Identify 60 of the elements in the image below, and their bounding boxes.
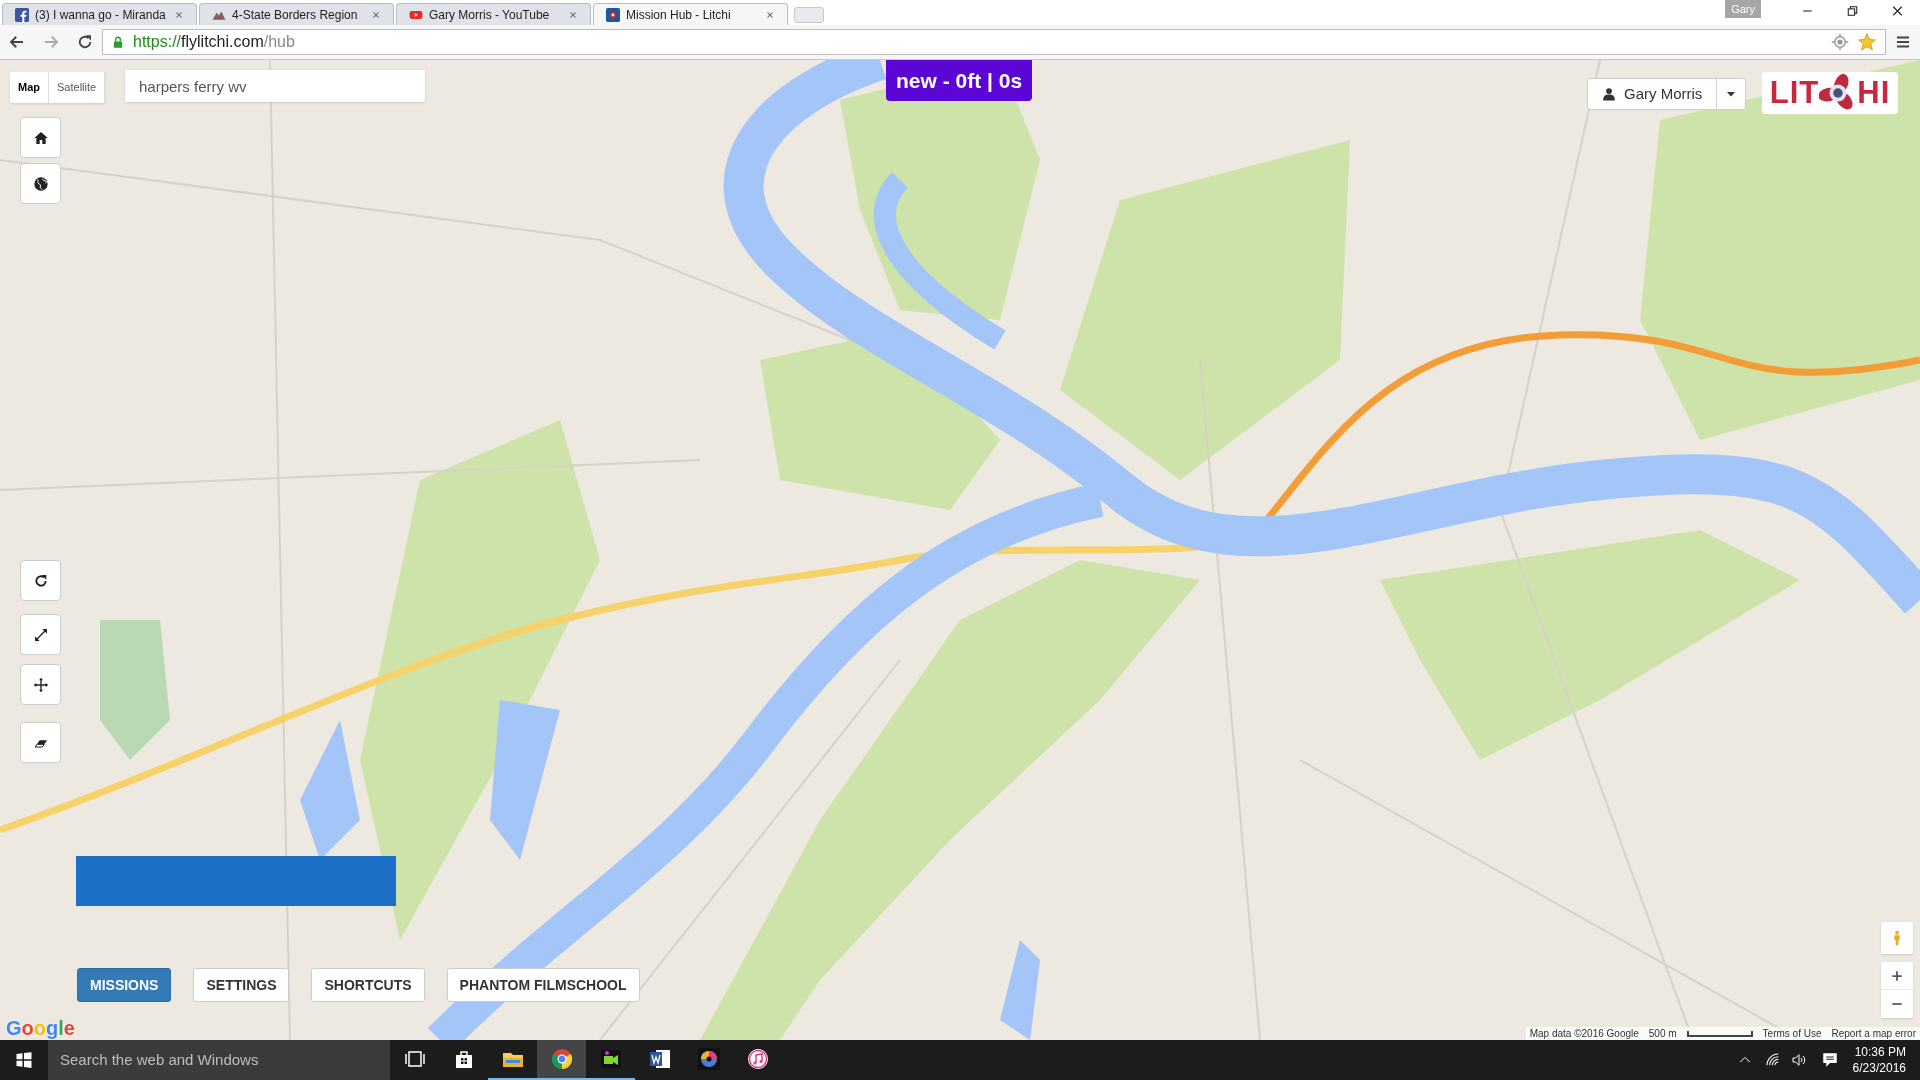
tab-title: Gary Morris - YouTube bbox=[429, 6, 551, 24]
browser-tab[interactable]: Mission Hub - Litchi bbox=[593, 3, 788, 25]
speaker-icon[interactable] bbox=[1790, 1052, 1807, 1068]
taskbar-app-button[interactable] bbox=[537, 1040, 586, 1080]
logo-text: LIT bbox=[1769, 73, 1820, 112]
terms-link[interactable]: Terms of Use bbox=[1762, 1026, 1822, 1040]
mission-tab[interactable]: SETTINGS bbox=[193, 968, 290, 1002]
music-note-icon bbox=[745, 1047, 770, 1071]
close-icon[interactable] bbox=[174, 9, 184, 20]
scale-label: 500 m bbox=[1648, 1027, 1677, 1040]
map-tool-button[interactable] bbox=[20, 560, 61, 601]
windows-logo-icon bbox=[15, 1051, 33, 1069]
mission-tab[interactable]: MISSIONS bbox=[77, 968, 172, 1002]
browser-tab[interactable]: 4-State Borders Region bbox=[199, 3, 394, 25]
notification-icon[interactable] bbox=[1820, 1051, 1839, 1069]
search-field[interactable]: harpers ferry wv bbox=[125, 70, 425, 102]
logo-text: HI bbox=[1857, 73, 1891, 112]
address-bar[interactable]: https://flylitchi.com/hub bbox=[102, 29, 1886, 55]
back-icon[interactable] bbox=[8, 33, 26, 51]
google-logo: Google bbox=[6, 1016, 75, 1040]
map-tool-button[interactable] bbox=[20, 722, 61, 763]
clapperboard-icon bbox=[598, 1047, 623, 1071]
wifi-icon[interactable] bbox=[1764, 1052, 1781, 1068]
scale-bar bbox=[1686, 1030, 1753, 1037]
browser-tab[interactable]: (3) I wanna go - Miranda bbox=[2, 3, 197, 25]
map-attribution: Map data ©2016 Google bbox=[1529, 1027, 1639, 1040]
home-icon bbox=[32, 129, 49, 146]
clock-time[interactable]: 10:36 PM bbox=[1854, 1044, 1906, 1060]
logo[interactable]: LIT HI bbox=[1762, 72, 1898, 114]
globe-icon bbox=[32, 175, 49, 192]
tab-title: 4-State Borders Region bbox=[232, 6, 359, 24]
resize-arrows-icon bbox=[32, 626, 49, 643]
mission-tab[interactable]: SHORTCUTS bbox=[311, 968, 425, 1002]
taskbar-search-field[interactable]: Search the web and Windows bbox=[48, 1040, 390, 1080]
mission-tab[interactable]: PHANTOM FILMSCHOOL bbox=[446, 968, 640, 1002]
browser-tab[interactable]: Gary Morris - YouTube bbox=[396, 3, 591, 25]
map-tool-button[interactable] bbox=[20, 117, 61, 158]
tab-title: (3) I wanna go - Miranda bbox=[35, 6, 167, 24]
close-icon[interactable] bbox=[371, 9, 381, 20]
lock-icon bbox=[111, 35, 125, 49]
close-icon[interactable] bbox=[765, 9, 775, 20]
move-arrows-icon bbox=[32, 676, 49, 693]
clock-date[interactable]: 6/23/2016 bbox=[1852, 1060, 1906, 1076]
refresh-icon bbox=[32, 572, 49, 589]
star-icon[interactable] bbox=[1857, 32, 1877, 52]
facebook-f-icon bbox=[15, 7, 29, 22]
tab-title: Mission Hub - Litchi bbox=[626, 6, 732, 24]
close-icon[interactable] bbox=[568, 9, 578, 20]
map-type-button[interactable]: Satellite bbox=[49, 72, 106, 103]
location-icon[interactable] bbox=[1831, 33, 1849, 51]
word-document-icon bbox=[647, 1047, 672, 1071]
map-type-button[interactable]: Map bbox=[10, 72, 49, 103]
url-text: https://flylitchi.com/hub bbox=[133, 32, 295, 52]
map-tool-button[interactable] bbox=[20, 163, 61, 204]
user-icon bbox=[1602, 87, 1616, 101]
reload-icon[interactable] bbox=[76, 33, 94, 51]
mission-badge: new - 0ft | 0s bbox=[886, 60, 1033, 101]
report-error-link[interactable]: Report a map error bbox=[1831, 1026, 1916, 1040]
chrome-icon bbox=[549, 1047, 574, 1071]
plus-icon bbox=[1890, 968, 1904, 983]
